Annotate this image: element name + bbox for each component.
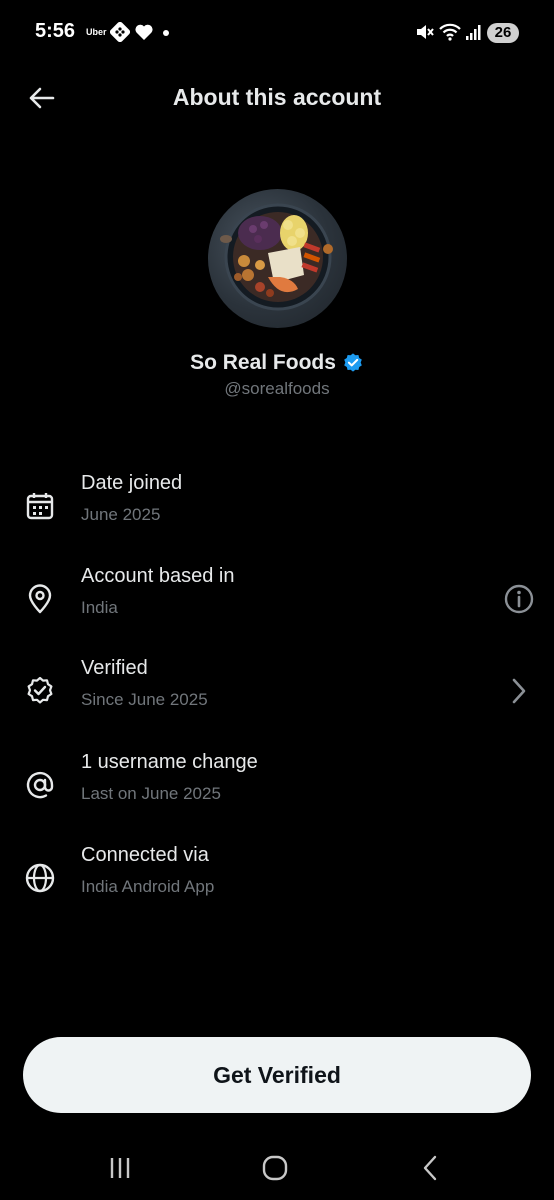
status-bar: 5:56 Uber 26: [0, 0, 554, 66]
info-button[interactable]: [502, 582, 536, 616]
mute-icon: [417, 25, 434, 39]
home-button[interactable]: [250, 1148, 300, 1188]
dice-icon: [110, 22, 130, 42]
page-title: About this account: [172, 84, 382, 110]
row-title: Connected via: [81, 844, 209, 866]
at-sign-icon: [26, 771, 54, 799]
dot-icon: [163, 30, 169, 36]
signal-icon: [466, 25, 481, 40]
verified-details-button[interactable]: [502, 674, 536, 708]
avatar[interactable]: [208, 189, 347, 328]
home-icon: [262, 1155, 288, 1181]
globe-icon: [25, 863, 55, 893]
row-subtitle: India Android App: [81, 877, 215, 896]
info-row-username-change: 1 username change Last on June 2025: [0, 751, 554, 821]
row-subtitle: India: [81, 598, 118, 617]
heart-icon: [135, 24, 153, 40]
chevron-right-icon: [512, 678, 526, 704]
back-icon: [423, 1155, 437, 1181]
uber-notification-label: Uber: [86, 27, 107, 37]
system-back-button[interactable]: [405, 1148, 455, 1188]
row-subtitle: June 2025: [81, 505, 161, 524]
calendar-icon: [26, 493, 54, 520]
verified-check-icon: [344, 353, 362, 372]
get-verified-button[interactable]: Get Verified: [23, 1037, 531, 1113]
status-time: 5:56: [35, 20, 76, 42]
row-title: Verified: [81, 657, 148, 679]
row-title: Account based in: [81, 565, 235, 587]
location-pin-icon: [28, 584, 52, 614]
row-subtitle: Since June 2025: [81, 690, 208, 709]
display-name: So Real Foods: [190, 351, 336, 374]
row-title: Date joined: [81, 472, 183, 494]
row-title: 1 username change: [81, 751, 258, 773]
info-icon: [504, 584, 534, 614]
recent-apps-icon: [110, 1158, 130, 1178]
battery-icon: 26: [487, 23, 519, 43]
row-subtitle: Last on June 2025: [81, 784, 221, 803]
food-bowl-image: [220, 203, 333, 311]
username-handle: @sorealfoods: [224, 379, 330, 398]
display-name-row: So Real Foods: [0, 351, 554, 375]
wifi-icon: [439, 23, 461, 41]
info-row-date-joined: Date joined June 2025: [0, 472, 554, 542]
info-row-connected-via: Connected via India Android App: [0, 844, 554, 914]
info-row-account-based-in: Account based in India: [0, 565, 554, 635]
verified-badge-icon: [27, 676, 53, 704]
recent-apps-button[interactable]: [95, 1148, 145, 1188]
info-row-verified[interactable]: Verified Since June 2025: [0, 657, 554, 727]
